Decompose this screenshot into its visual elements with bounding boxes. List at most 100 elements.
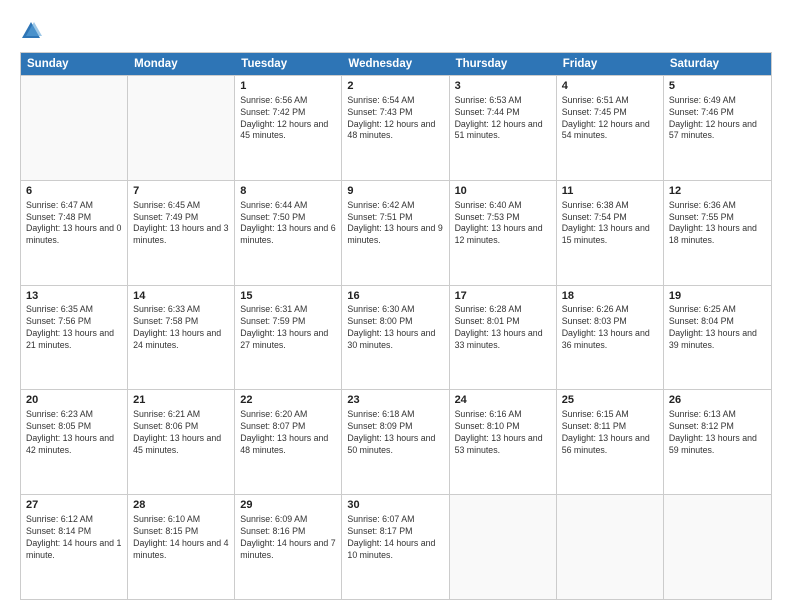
day-number: 23 [347, 393, 443, 408]
day-info: Sunrise: 6:20 AM Sunset: 8:07 PM Dayligh… [240, 409, 336, 457]
calendar-cell: 16Sunrise: 6:30 AM Sunset: 8:00 PM Dayli… [342, 286, 449, 390]
day-number: 19 [669, 289, 766, 304]
calendar-cell: 8Sunrise: 6:44 AM Sunset: 7:50 PM Daylig… [235, 181, 342, 285]
logo [20, 18, 46, 42]
day-info: Sunrise: 6:40 AM Sunset: 7:53 PM Dayligh… [455, 200, 551, 248]
calendar-cell: 22Sunrise: 6:20 AM Sunset: 8:07 PM Dayli… [235, 390, 342, 494]
calendar-week: 27Sunrise: 6:12 AM Sunset: 8:14 PM Dayli… [21, 494, 771, 599]
logo-icon [20, 20, 42, 42]
calendar-header-cell: Monday [128, 53, 235, 75]
day-number: 18 [562, 289, 658, 304]
calendar-header-cell: Tuesday [235, 53, 342, 75]
calendar-cell: 28Sunrise: 6:10 AM Sunset: 8:15 PM Dayli… [128, 495, 235, 599]
calendar-cell: 26Sunrise: 6:13 AM Sunset: 8:12 PM Dayli… [664, 390, 771, 494]
day-info: Sunrise: 6:21 AM Sunset: 8:06 PM Dayligh… [133, 409, 229, 457]
day-number: 5 [669, 79, 766, 94]
day-number: 30 [347, 498, 443, 513]
calendar-cell [557, 495, 664, 599]
day-number: 15 [240, 289, 336, 304]
calendar-cell: 19Sunrise: 6:25 AM Sunset: 8:04 PM Dayli… [664, 286, 771, 390]
calendar-cell: 27Sunrise: 6:12 AM Sunset: 8:14 PM Dayli… [21, 495, 128, 599]
day-info: Sunrise: 6:36 AM Sunset: 7:55 PM Dayligh… [669, 200, 766, 248]
calendar-cell: 17Sunrise: 6:28 AM Sunset: 8:01 PM Dayli… [450, 286, 557, 390]
day-info: Sunrise: 6:13 AM Sunset: 8:12 PM Dayligh… [669, 409, 766, 457]
page: SundayMondayTuesdayWednesdayThursdayFrid… [0, 0, 792, 612]
calendar-cell: 30Sunrise: 6:07 AM Sunset: 8:17 PM Dayli… [342, 495, 449, 599]
day-info: Sunrise: 6:51 AM Sunset: 7:45 PM Dayligh… [562, 95, 658, 143]
calendar-cell: 7Sunrise: 6:45 AM Sunset: 7:49 PM Daylig… [128, 181, 235, 285]
calendar-header-cell: Sunday [21, 53, 128, 75]
day-info: Sunrise: 6:42 AM Sunset: 7:51 PM Dayligh… [347, 200, 443, 248]
calendar-week: 1Sunrise: 6:56 AM Sunset: 7:42 PM Daylig… [21, 75, 771, 180]
day-info: Sunrise: 6:15 AM Sunset: 8:11 PM Dayligh… [562, 409, 658, 457]
day-number: 8 [240, 184, 336, 199]
day-info: Sunrise: 6:54 AM Sunset: 7:43 PM Dayligh… [347, 95, 443, 143]
day-number: 29 [240, 498, 336, 513]
calendar-cell: 11Sunrise: 6:38 AM Sunset: 7:54 PM Dayli… [557, 181, 664, 285]
day-info: Sunrise: 6:49 AM Sunset: 7:46 PM Dayligh… [669, 95, 766, 143]
day-info: Sunrise: 6:31 AM Sunset: 7:59 PM Dayligh… [240, 304, 336, 352]
calendar-cell: 4Sunrise: 6:51 AM Sunset: 7:45 PM Daylig… [557, 76, 664, 180]
day-number: 1 [240, 79, 336, 94]
calendar-cell [128, 76, 235, 180]
calendar-cell: 9Sunrise: 6:42 AM Sunset: 7:51 PM Daylig… [342, 181, 449, 285]
day-number: 21 [133, 393, 229, 408]
day-number: 12 [669, 184, 766, 199]
day-info: Sunrise: 6:35 AM Sunset: 7:56 PM Dayligh… [26, 304, 122, 352]
calendar-header: SundayMondayTuesdayWednesdayThursdayFrid… [21, 53, 771, 75]
calendar-week: 20Sunrise: 6:23 AM Sunset: 8:05 PM Dayli… [21, 389, 771, 494]
day-info: Sunrise: 6:18 AM Sunset: 8:09 PM Dayligh… [347, 409, 443, 457]
day-info: Sunrise: 6:53 AM Sunset: 7:44 PM Dayligh… [455, 95, 551, 143]
calendar-cell: 20Sunrise: 6:23 AM Sunset: 8:05 PM Dayli… [21, 390, 128, 494]
calendar-week: 13Sunrise: 6:35 AM Sunset: 7:56 PM Dayli… [21, 285, 771, 390]
calendar-cell: 2Sunrise: 6:54 AM Sunset: 7:43 PM Daylig… [342, 76, 449, 180]
calendar-cell: 29Sunrise: 6:09 AM Sunset: 8:16 PM Dayli… [235, 495, 342, 599]
calendar-cell: 24Sunrise: 6:16 AM Sunset: 8:10 PM Dayli… [450, 390, 557, 494]
calendar-cell: 23Sunrise: 6:18 AM Sunset: 8:09 PM Dayli… [342, 390, 449, 494]
day-number: 11 [562, 184, 658, 199]
day-info: Sunrise: 6:33 AM Sunset: 7:58 PM Dayligh… [133, 304, 229, 352]
day-info: Sunrise: 6:44 AM Sunset: 7:50 PM Dayligh… [240, 200, 336, 248]
day-info: Sunrise: 6:12 AM Sunset: 8:14 PM Dayligh… [26, 514, 122, 562]
calendar-body: 1Sunrise: 6:56 AM Sunset: 7:42 PM Daylig… [21, 75, 771, 599]
calendar-header-cell: Friday [557, 53, 664, 75]
day-number: 13 [26, 289, 122, 304]
calendar-cell [664, 495, 771, 599]
calendar-header-cell: Saturday [664, 53, 771, 75]
calendar-cell: 3Sunrise: 6:53 AM Sunset: 7:44 PM Daylig… [450, 76, 557, 180]
day-info: Sunrise: 6:25 AM Sunset: 8:04 PM Dayligh… [669, 304, 766, 352]
day-number: 7 [133, 184, 229, 199]
calendar-header-cell: Thursday [450, 53, 557, 75]
calendar-cell: 15Sunrise: 6:31 AM Sunset: 7:59 PM Dayli… [235, 286, 342, 390]
day-number: 22 [240, 393, 336, 408]
day-number: 16 [347, 289, 443, 304]
day-info: Sunrise: 6:10 AM Sunset: 8:15 PM Dayligh… [133, 514, 229, 562]
day-number: 27 [26, 498, 122, 513]
day-info: Sunrise: 6:28 AM Sunset: 8:01 PM Dayligh… [455, 304, 551, 352]
day-number: 20 [26, 393, 122, 408]
calendar-cell [450, 495, 557, 599]
calendar-cell: 12Sunrise: 6:36 AM Sunset: 7:55 PM Dayli… [664, 181, 771, 285]
calendar: SundayMondayTuesdayWednesdayThursdayFrid… [20, 52, 772, 600]
day-number: 10 [455, 184, 551, 199]
day-number: 25 [562, 393, 658, 408]
calendar-cell: 1Sunrise: 6:56 AM Sunset: 7:42 PM Daylig… [235, 76, 342, 180]
calendar-cell: 21Sunrise: 6:21 AM Sunset: 8:06 PM Dayli… [128, 390, 235, 494]
calendar-cell: 25Sunrise: 6:15 AM Sunset: 8:11 PM Dayli… [557, 390, 664, 494]
day-info: Sunrise: 6:26 AM Sunset: 8:03 PM Dayligh… [562, 304, 658, 352]
day-number: 24 [455, 393, 551, 408]
day-info: Sunrise: 6:56 AM Sunset: 7:42 PM Dayligh… [240, 95, 336, 143]
calendar-cell: 10Sunrise: 6:40 AM Sunset: 7:53 PM Dayli… [450, 181, 557, 285]
calendar-cell: 13Sunrise: 6:35 AM Sunset: 7:56 PM Dayli… [21, 286, 128, 390]
day-info: Sunrise: 6:47 AM Sunset: 7:48 PM Dayligh… [26, 200, 122, 248]
day-number: 14 [133, 289, 229, 304]
day-number: 28 [133, 498, 229, 513]
day-info: Sunrise: 6:09 AM Sunset: 8:16 PM Dayligh… [240, 514, 336, 562]
day-info: Sunrise: 6:16 AM Sunset: 8:10 PM Dayligh… [455, 409, 551, 457]
calendar-cell: 14Sunrise: 6:33 AM Sunset: 7:58 PM Dayli… [128, 286, 235, 390]
calendar-week: 6Sunrise: 6:47 AM Sunset: 7:48 PM Daylig… [21, 180, 771, 285]
day-number: 6 [26, 184, 122, 199]
day-info: Sunrise: 6:38 AM Sunset: 7:54 PM Dayligh… [562, 200, 658, 248]
day-info: Sunrise: 6:45 AM Sunset: 7:49 PM Dayligh… [133, 200, 229, 248]
day-number: 17 [455, 289, 551, 304]
